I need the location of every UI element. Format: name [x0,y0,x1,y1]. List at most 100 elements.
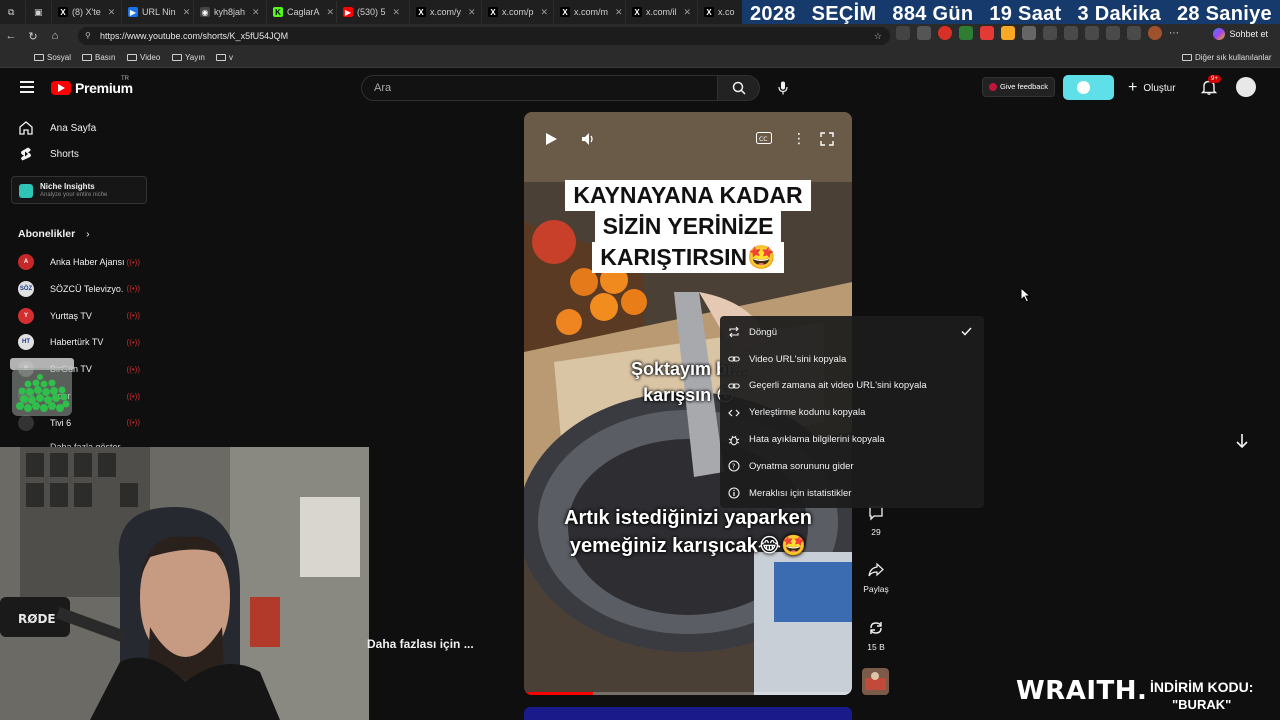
fullscreen-icon[interactable] [820,132,834,146]
context-menu-item[interactable]: Geçerli zamana ait video URL'sini kopyal… [720,373,984,400]
tab-label: x.com/y [430,7,462,17]
context-menu-item[interactable]: ? Oynatma sorununu gider [720,453,984,480]
folder-icon [34,54,44,61]
share-icon [868,562,884,577]
browser-tab[interactable]: Xx.co [698,1,744,23]
extension-icon[interactable] [1127,26,1141,40]
more-info-text: Daha fazlası için ... [367,637,474,651]
live-indicator-icon: ((•)) [126,364,140,374]
context-menu-item[interactable]: Video URL'sini kopyala [720,346,984,373]
next-video-arrow-icon[interactable] [1235,433,1249,449]
context-menu-label: Yerleştirme kodunu kopyala [749,407,866,419]
sidebar-item-label: Shorts [50,148,79,160]
browser-tab[interactable]: X (8) X'te ✕ [52,1,122,23]
live-indicator-icon: ((•)) [126,284,140,294]
context-menu-item[interactable]: Hata ayıklama bilgilerini kopyala [720,426,984,453]
refresh-icon[interactable]: ↻ [22,30,44,43]
share-label: Paylaş [863,584,889,594]
browser-tab[interactable]: Xx.com/m ✕ [554,1,626,23]
voice-search-button[interactable] [772,77,794,99]
play-icon[interactable] [544,132,558,146]
next-video-preview[interactable] [524,707,852,720]
context-menu-item[interactable]: Meraklısı için istatistikler [720,480,984,507]
remix-button[interactable]: 15 B [859,618,893,652]
niche-insights-card[interactable]: Niche Insights Analyze your entire niche [11,176,147,204]
account-avatar[interactable] [1236,77,1256,97]
channel-avatar: Y [18,307,34,324]
create-button[interactable]: + Oluştur [1128,79,1176,97]
comments-button[interactable]: 29 [859,503,893,537]
browser-tab[interactable]: Xx.com/y ✕ [410,1,482,23]
browser-tab[interactable]: ◉ kyh8jah ✕ [194,1,267,23]
bookmark-folder[interactable]: Basın [82,53,115,62]
bookmark-folder[interactable]: v [216,53,233,62]
browser-tab[interactable]: ▶ URL Nin ✕ [122,1,194,23]
extension-icon[interactable] [1064,26,1078,40]
tab-vertical-icon[interactable]: ▣ [26,1,52,23]
extension-icon[interactable] [1001,26,1015,40]
browser-tab[interactable]: K CaglarA ✕ [267,1,337,23]
tab-favicon-icon: X [560,7,570,17]
hamburger-menu-icon[interactable] [20,81,34,93]
url-field[interactable]: ⚲ https://www.youtube.com/shorts/K_x5fU5… [78,27,890,45]
context-menu-item[interactable]: Döngü [720,319,984,346]
captions-icon[interactable]: CC [756,132,772,144]
tab-actions-icon[interactable]: ⧉ [0,1,26,23]
extension-icon[interactable] [959,26,973,40]
tab-favicon-icon: X [704,7,714,17]
tab-close-icon[interactable]: ✕ [615,7,623,18]
sidebar-item-home[interactable]: Ana Sayfa [18,120,96,136]
extension-icon[interactable] [980,26,994,40]
extension-icon[interactable] [1085,26,1099,40]
search-input[interactable]: Ara [361,75,718,101]
extension-toggle[interactable] [1063,75,1114,100]
context-menu-item[interactable]: Yerleştirme kodunu kopyala [720,399,984,426]
bookmark-folder[interactable]: Sosyal [34,53,71,62]
browser-tab[interactable]: ▶ (530) 5 ✕ [337,1,410,23]
more-options-icon[interactable]: ⋮ [792,130,806,147]
extension-icon[interactable] [1022,26,1036,40]
home-icon[interactable]: ⌂ [44,30,66,42]
share-button[interactable]: Paylaş [859,560,893,594]
subscription-item[interactable]: A Anka Haber Ajansı ((•)) [18,254,140,270]
sohbet-button[interactable]: Sohbet et [1213,28,1268,40]
extension-icon[interactable] [938,26,952,40]
tab-close-icon[interactable]: ✕ [684,7,692,18]
subscription-item[interactable]: SÖZ SÖZCÜ Televizyo... ((•)) [18,280,140,297]
volume-icon[interactable] [580,131,596,147]
extension-icon[interactable] [1106,26,1120,40]
tab-close-icon[interactable]: ✕ [252,7,260,18]
audio-thumbnail[interactable] [862,668,889,695]
tab-close-icon[interactable]: ✕ [468,7,476,18]
extension-icon[interactable] [1043,26,1057,40]
tab-close-icon[interactable]: ✕ [183,7,191,18]
back-icon[interactable]: ← [0,30,22,42]
youtube-premium-logo[interactable]: Premium TR [51,76,133,96]
subscriptions-header[interactable]: Abonelikler › [18,228,90,240]
svg-text:CC: CC [759,136,767,143]
browser-tab[interactable]: Xx.com/il ✕ [626,1,698,23]
extension-icon[interactable] [917,26,931,40]
site-info-icon[interactable]: ⚲ [85,27,91,45]
extension-icon[interactable] [896,26,910,40]
sidebar-item-shorts[interactable]: Shorts [18,146,79,162]
tab-close-icon[interactable]: ✕ [108,7,116,18]
give-feedback-button[interactable]: Give feedback [982,77,1055,97]
search-button[interactable] [718,75,760,101]
subscription-item[interactable]: Y Yurttaş TV ((•)) [18,307,140,324]
tab-close-icon[interactable]: ✕ [541,7,549,18]
favorite-star-icon[interactable]: ☆ [874,27,882,45]
bookmark-folder[interactable]: Yayın [172,53,205,62]
subscriptions-label: Abonelikler [18,228,76,240]
tab-close-icon[interactable]: ✕ [393,7,401,18]
more-options-icon[interactable]: ⋯ [1169,28,1179,39]
tab-close-icon[interactable]: ✕ [327,7,335,18]
bug-icon [728,434,740,446]
browser-tab[interactable]: Xx.com/p ✕ [482,1,554,23]
bookmark-folder[interactable]: Video [127,53,160,62]
youtube-header: Premium TR Ara Give feedback + Oluştur 9… [0,68,1280,108]
subscription-item[interactable]: HT Habertürk TV ((•)) [18,334,140,351]
profile-icon[interactable] [1148,26,1162,40]
other-bookmarks[interactable]: Diğer sık kullanılanlar [1182,53,1271,62]
url-text: https://www.youtube.com/shorts/K_x5fU54J… [100,31,289,41]
